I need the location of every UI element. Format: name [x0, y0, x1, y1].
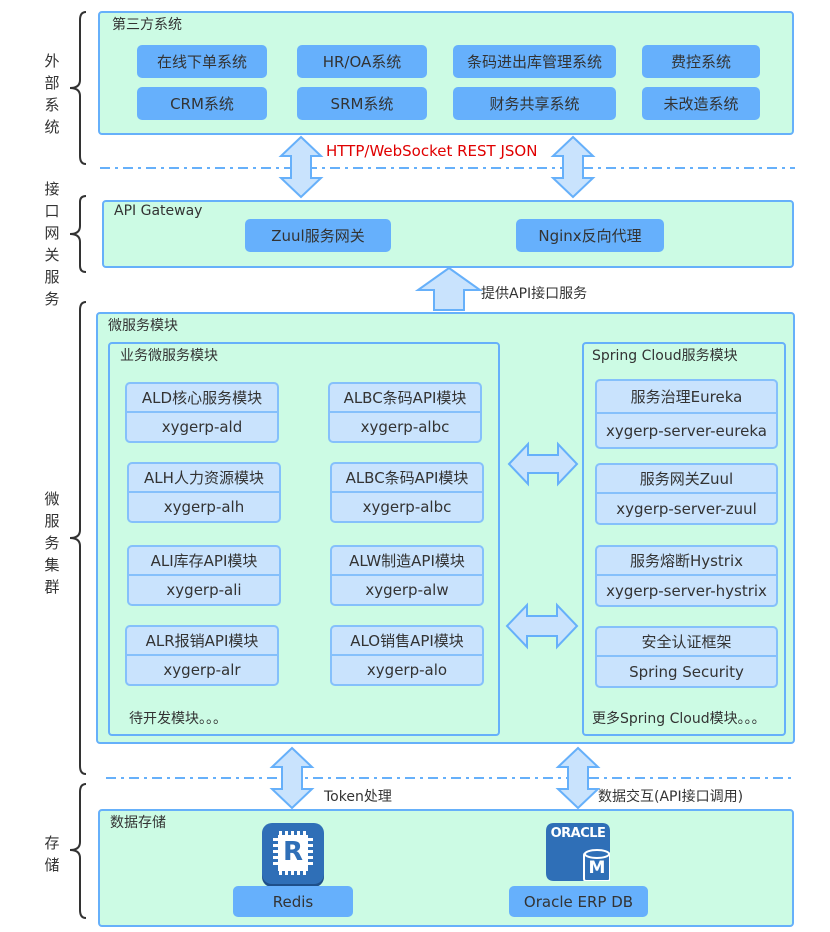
module-card-zuul[interactable]: 服务网关Zuul xygerp-server-zuul [595, 463, 778, 525]
pending-modules-note: 待开发模块。。。 [129, 711, 227, 727]
third-party-panel: 第三方系统 在线下单系统 HR/OA系统 条码进出库管理系统 费控系统 CRM系… [98, 11, 794, 135]
module-card-alo[interactable]: ALO销售API模块 xygerp-alo [330, 625, 484, 686]
module-name: ALO销售API模块 [332, 627, 482, 656]
protocol-label: HTTP/WebSocket REST JSON [326, 142, 538, 160]
side-label-text: 外部系统 [44, 52, 60, 136]
microservice-title: 微服务模块 [108, 318, 178, 334]
microservice-panel: 微服务模块 业务微服务模块 ALD核心服务模块 xygerp-ald ALBC条… [96, 312, 795, 744]
module-id: xygerp-alr [163, 660, 241, 679]
side-label-microservice: 微服务集群 [42, 488, 62, 598]
double-arrow-icon [278, 135, 324, 199]
api-gateway-title: API Gateway [114, 203, 203, 219]
api-service-label: 提供API接口服务 [481, 286, 588, 302]
module-name: ALR报销API模块 [127, 627, 277, 656]
module-card-alw[interactable]: ALW制造API模块 xygerp-alw [330, 545, 484, 606]
side-label-external: 外部系统 [42, 50, 62, 138]
redis-button[interactable]: Redis [233, 886, 353, 917]
horizontal-double-arrow-icon [505, 602, 579, 650]
token-label: Token处理 [324, 789, 392, 805]
system-expense-control[interactable]: 费控系统 [642, 45, 760, 78]
nginx-reverse-proxy[interactable]: Nginx反向代理 [516, 219, 664, 252]
side-label-text: 微服务集群 [44, 490, 60, 596]
module-name: 服务治理Eureka [597, 381, 776, 414]
module-card-ali[interactable]: ALI库存API模块 xygerp-ali [127, 545, 281, 606]
module-id: xygerp-ali [166, 580, 242, 599]
module-id: xygerp-alo [366, 660, 448, 679]
module-name: ALI库存API模块 [129, 547, 279, 576]
side-label-storage: 存储 [42, 832, 62, 876]
module-name: ALBC条码API模块 [332, 464, 482, 493]
side-label-gateway: 接口网关服务 [42, 178, 62, 310]
data-exchange-label: 数据交互(API接口调用) [598, 789, 744, 805]
business-microservice-title: 业务微服务模块 [120, 348, 218, 364]
module-name: ALH人力资源模块 [129, 464, 279, 493]
double-arrow-icon [550, 135, 596, 199]
api-gateway-panel: API Gateway Zuul服务网关 Nginx反向代理 [102, 200, 794, 268]
module-name: 服务网关Zuul [597, 465, 776, 494]
module-id: Spring Security [629, 662, 744, 681]
module-id: xygerp-server-eureka [606, 421, 767, 440]
module-id: xygerp-alw [365, 580, 449, 599]
separator-line-bottom [106, 777, 796, 779]
system-barcode-warehouse[interactable]: 条码进出库管理系统 [453, 45, 616, 78]
storage-panel: 数据存储 R Redis ORACLE M Oracle ERP DB [98, 809, 794, 927]
module-id: xygerp-server-hystrix [606, 581, 767, 600]
module-name: ALBC条码API模块 [330, 384, 480, 413]
brace-microservice [69, 301, 87, 775]
system-online-order[interactable]: 在线下单系统 [137, 45, 267, 78]
module-card-eureka[interactable]: 服务治理Eureka xygerp-server-eureka [595, 379, 778, 449]
system-srm[interactable]: SRM系统 [297, 87, 427, 120]
module-id: xygerp-ald [161, 417, 243, 436]
module-id: xygerp-albc [360, 417, 450, 436]
module-card-albc-2[interactable]: ALBC条码API模块 xygerp-albc [330, 462, 484, 523]
brace-external [69, 11, 87, 165]
horizontal-double-arrow-icon [507, 441, 579, 487]
module-name: ALW制造API模块 [332, 547, 482, 576]
module-name: ALD核心服务模块 [127, 384, 277, 413]
side-label-text: 存储 [44, 834, 60, 874]
module-card-albc[interactable]: ALBC条码API模块 xygerp-albc [328, 382, 482, 443]
module-card-ald[interactable]: ALD核心服务模块 xygerp-ald [125, 382, 279, 443]
module-id: xygerp-albc [362, 497, 452, 516]
oracle-db-icon: ORACLE M [546, 823, 610, 881]
double-arrow-icon [555, 746, 601, 810]
redis-icon-letter: R [282, 837, 304, 867]
more-spring-cloud-note: 更多Spring Cloud模块。。。 [592, 711, 766, 727]
redis-icon: R [262, 823, 324, 884]
business-microservice-panel: 业务微服务模块 ALD核心服务模块 xygerp-ald ALBC条码API模块… [108, 342, 500, 736]
system-unmodified[interactable]: 未改造系统 [642, 87, 760, 120]
module-name: 安全认证框架 [597, 628, 776, 657]
module-card-alh[interactable]: ALH人力资源模块 xygerp-alh [127, 462, 281, 523]
side-label-text: 接口网关服务 [44, 180, 60, 308]
system-hr-oa[interactable]: HR/OA系统 [297, 45, 427, 78]
module-card-security[interactable]: 安全认证框架 Spring Security [595, 626, 778, 688]
spring-cloud-panel: Spring Cloud服务模块 服务治理Eureka xygerp-serve… [582, 342, 786, 736]
brace-storage [69, 783, 87, 919]
storage-title: 数据存储 [110, 815, 166, 831]
module-card-alr[interactable]: ALR报销API模块 xygerp-alr [125, 625, 279, 686]
spring-cloud-title: Spring Cloud服务模块 [592, 348, 738, 364]
module-id: xygerp-alh [163, 497, 245, 516]
third-party-title: 第三方系统 [112, 17, 182, 33]
oracle-erp-db-button[interactable]: Oracle ERP DB [509, 886, 648, 917]
oracle-icon-letter: M [588, 858, 606, 878]
module-name: 服务熔断Hystrix [597, 547, 776, 576]
system-crm[interactable]: CRM系统 [137, 87, 267, 120]
oracle-icon-text: ORACLE [550, 826, 606, 841]
separator-line-top [100, 167, 795, 169]
brace-gateway [69, 195, 87, 273]
module-card-hystrix[interactable]: 服务熔断Hystrix xygerp-server-hystrix [595, 545, 778, 607]
system-finance-shared[interactable]: 财务共享系统 [453, 87, 616, 120]
up-arrow-icon [414, 266, 484, 311]
double-arrow-icon [269, 746, 315, 810]
zuul-gateway[interactable]: Zuul服务网关 [245, 219, 391, 252]
module-id: xygerp-server-zuul [616, 499, 757, 518]
